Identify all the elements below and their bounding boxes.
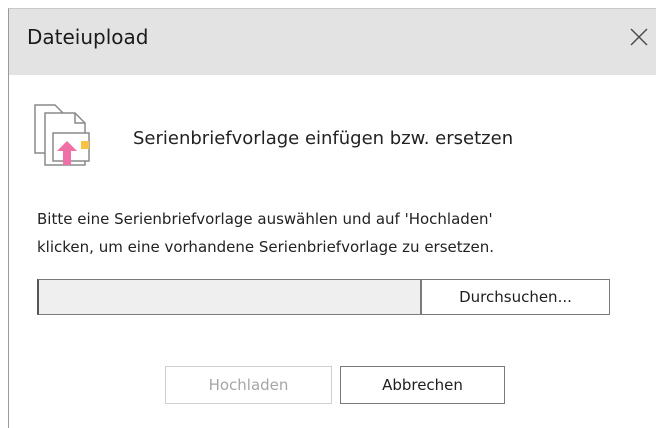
upload-dialog: Dateiupload Serienbriefvorlage einfügen … <box>8 8 656 428</box>
instruction-line-1: Bitte eine Serienbriefvorlage auswählen … <box>37 210 493 228</box>
dialog-titlebar: Dateiupload <box>9 9 656 75</box>
upload-button[interactable]: Hochladen <box>165 366 332 404</box>
cancel-button[interactable]: Abbrechen <box>340 366 505 404</box>
dialog-title: Dateiupload <box>27 25 149 49</box>
file-upload-icon <box>34 104 90 166</box>
close-icon <box>630 28 648 46</box>
close-button[interactable] <box>622 21 656 61</box>
instruction-text: Bitte eine Serienbriefvorlage auswählen … <box>37 205 645 261</box>
instruction-line-2: klicken, um eine vorhandene Serienbriefv… <box>37 238 495 256</box>
browse-button[interactable]: Durchsuchen... <box>421 279 610 315</box>
dialog-heading: Serienbriefvorlage einfügen bzw. ersetze… <box>133 128 514 149</box>
file-path-input[interactable] <box>37 279 421 315</box>
